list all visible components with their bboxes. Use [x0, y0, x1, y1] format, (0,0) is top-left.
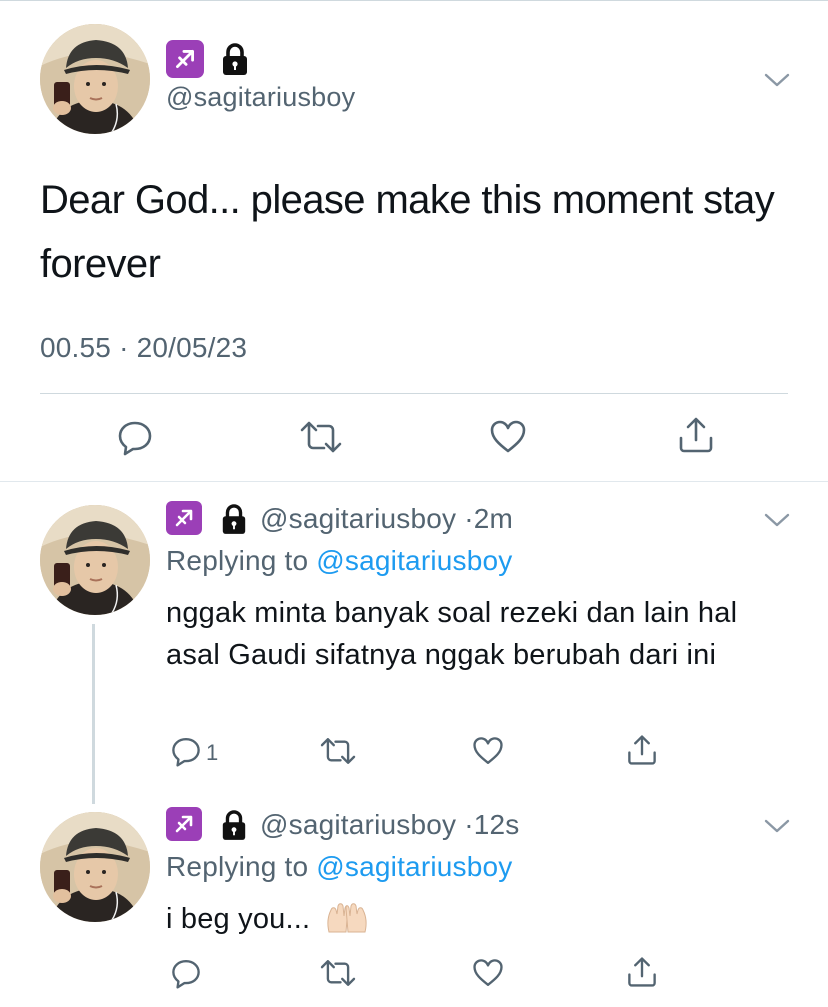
avatar[interactable] [40, 505, 150, 615]
sagittarius-icon [166, 501, 202, 535]
raised-hands-emoji [325, 902, 369, 938]
chevron-down-icon[interactable] [764, 512, 790, 528]
author-handle[interactable]: @sagitariusboy [166, 82, 355, 113]
reply-text: i beg you... [166, 903, 311, 935]
reply-age: 12s [473, 809, 520, 840]
reply-icon[interactable] [170, 957, 202, 989]
lock-icon [220, 42, 250, 76]
retweet-icon[interactable] [318, 957, 358, 989]
reply-icon[interactable] [116, 418, 154, 456]
tweet-text: Dear God... please make this moment stay… [40, 178, 775, 286]
avatar-image [40, 24, 150, 134]
replying-to-link[interactable]: @sagitariusboy [316, 545, 512, 576]
reply-icon[interactable] [170, 735, 202, 767]
reply-header[interactable]: @sagitariusboy ·2m [260, 503, 513, 535]
replying-prefix: Replying to [166, 545, 309, 576]
reply-count: 1 [206, 740, 219, 765]
avatar-image [40, 812, 150, 922]
replying-prefix: Replying to [166, 851, 309, 882]
tweet-time: 00.55 [40, 332, 112, 363]
replying-to: Replying to @sagitariusboy [166, 545, 512, 577]
like-icon[interactable] [489, 418, 527, 456]
top-border [0, 0, 828, 1]
meta-separator: · [464, 503, 474, 534]
reply-text: nggak minta banyak soal rezeki dan lain … [166, 597, 738, 671]
author-handle: @sagitariusboy [260, 809, 457, 840]
sagittarius-icon [166, 40, 204, 78]
reply-age: 2m [473, 503, 514, 534]
section-separator [0, 481, 828, 482]
replying-to: Replying to @sagitariusboy [166, 851, 512, 883]
like-icon[interactable] [472, 957, 504, 989]
share-icon[interactable] [677, 416, 715, 454]
chevron-down-icon[interactable] [764, 72, 790, 88]
tweet-timestamp[interactable]: 00.55 · 20/05/23 [40, 332, 247, 364]
like-icon[interactable] [472, 735, 504, 767]
avatar[interactable] [40, 24, 150, 134]
meta-separator: · [464, 809, 474, 840]
tweet-date: 20/05/23 [136, 332, 248, 363]
divider [40, 393, 788, 394]
reply-text-row: i beg you... [166, 898, 786, 940]
avatar-image [40, 505, 150, 615]
share-icon[interactable] [626, 733, 658, 767]
meta-separator: · [119, 332, 129, 363]
chevron-down-icon[interactable] [764, 818, 790, 834]
lock-icon [220, 503, 248, 535]
avatar[interactable] [40, 812, 150, 922]
replying-to-link[interactable]: @sagitariusboy [316, 851, 512, 882]
share-icon[interactable] [626, 955, 658, 989]
author-handle: @sagitariusboy [260, 503, 457, 534]
sagittarius-icon [166, 807, 202, 841]
thread-connector [92, 624, 95, 804]
lock-icon [220, 809, 248, 841]
retweet-icon[interactable] [318, 735, 358, 767]
retweet-icon[interactable] [298, 418, 344, 456]
reply-header[interactable]: @sagitariusboy ·12s [260, 809, 519, 841]
